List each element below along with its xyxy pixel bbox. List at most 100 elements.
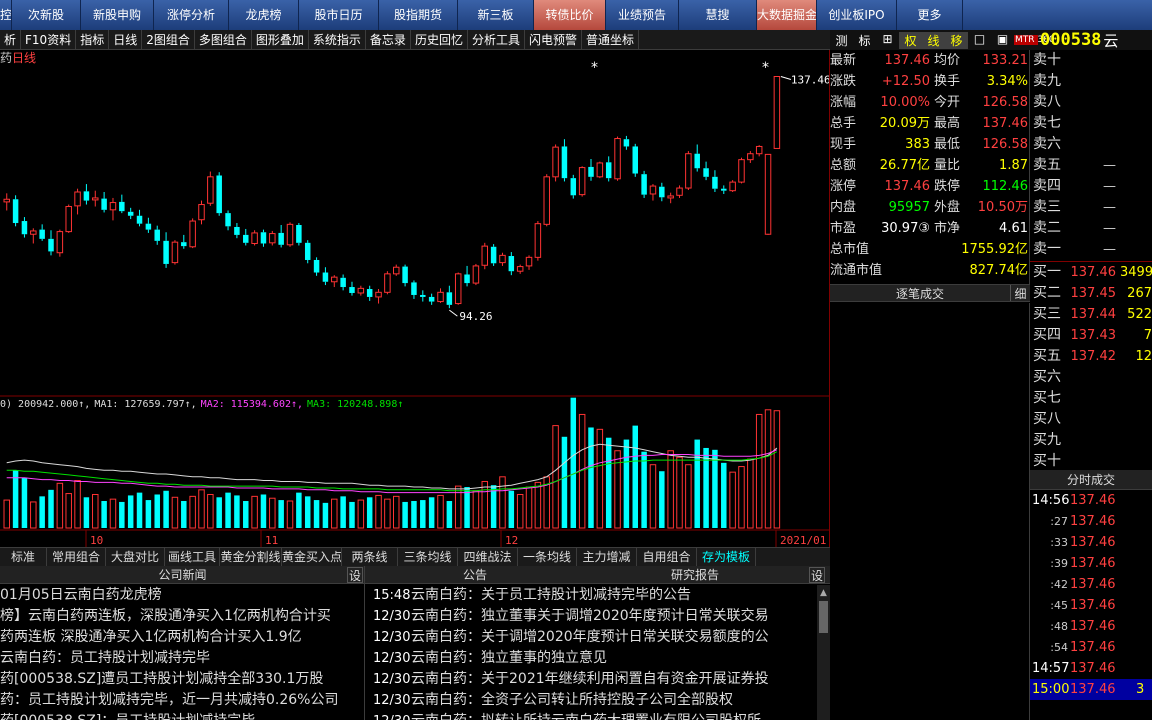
- toolbar-item-8[interactable]: 备忘录: [366, 30, 411, 49]
- toolbar-item-4[interactable]: 2图组合: [142, 30, 195, 49]
- indicator-tab-9[interactable]: 一条均线: [518, 548, 577, 566]
- order-level-price[interactable]: [1070, 50, 1116, 71]
- toolbar-item-7[interactable]: 系统指示: [309, 30, 366, 49]
- quote-tab-2[interactable]: ⊞: [876, 32, 899, 49]
- indicator-tab-12[interactable]: 存为模板: [697, 548, 756, 566]
- indicator-tab-3[interactable]: 画线工具: [165, 548, 220, 566]
- order-level-price[interactable]: [1070, 451, 1116, 470]
- order-level-price[interactable]: 137.43: [1070, 325, 1117, 346]
- indicator-tab-5[interactable]: 黄金买入点: [282, 548, 342, 566]
- indicator-tab-6[interactable]: 两条线: [342, 548, 398, 566]
- order-level-price[interactable]: 137.46: [1070, 262, 1117, 283]
- quote-tab-4[interactable]: 线: [922, 31, 945, 49]
- nav-item-11[interactable]: 大数据掘金: [757, 0, 817, 30]
- kline-chart-panel[interactable]: 药日线 137.46 94.26 * * 0) 200942.000↑, MA1: 127…: [0, 50, 830, 547]
- order-level-price[interactable]: —: [1070, 176, 1116, 197]
- company-news-header[interactable]: 公司新闻: [0, 566, 364, 584]
- stock-code[interactable]: 000538: [1040, 30, 1101, 50]
- indicator-tab-4[interactable]: 黄金分割线: [220, 548, 282, 566]
- nav-item-9[interactable]: 业绩预告: [606, 0, 679, 30]
- quote-tab-1[interactable]: 标: [853, 32, 876, 49]
- indicator-tab-0[interactable]: 标准: [0, 548, 47, 566]
- news-item[interactable]: 药[000538.SZ]：员工持股计划减持完毕: [0, 711, 364, 720]
- event-star-marker[interactable]: *: [762, 60, 769, 76]
- indicator-tab-10[interactable]: 主力增减: [577, 548, 637, 566]
- order-level-price[interactable]: [1070, 113, 1116, 134]
- candlestick-chart[interactable]: 137.46 94.26 * * 0) 200942.000↑, MA1: 127659.…: [0, 50, 829, 547]
- toolbar-item-10[interactable]: 分析工具: [468, 30, 525, 49]
- indicator-tab-1[interactable]: 常用组合: [47, 548, 106, 566]
- order-level-price[interactable]: [1070, 71, 1116, 92]
- nav-item-3[interactable]: 涨停分析: [154, 0, 229, 30]
- order-level-price[interactable]: 137.44: [1070, 304, 1117, 325]
- indicator-tab-2[interactable]: 大盘对比: [106, 548, 165, 566]
- volume-bar: [3, 499, 10, 529]
- order-level-price[interactable]: [1070, 430, 1116, 451]
- quote-tab-5[interactable]: 移: [945, 31, 968, 49]
- notice-item[interactable]: 12/30云南白药：独立董事关于调增2020年度预计日常关联交易: [365, 606, 817, 627]
- nav-item-5[interactable]: 股市日历: [299, 0, 379, 30]
- toolbar-item-6[interactable]: 图形叠加: [252, 30, 309, 49]
- news-item[interactable]: 榜】云南白药两连板，深股通净买入1亿两机构合计买: [0, 606, 364, 627]
- order-level-price[interactable]: [1070, 92, 1116, 113]
- toolbar-item-2[interactable]: 指标: [76, 30, 110, 49]
- indicator-tab-8[interactable]: 四维战法: [458, 548, 518, 566]
- nav-item-10[interactable]: 慧搜: [679, 0, 757, 30]
- news-item[interactable]: 01月05日云南白药龙虎榜: [0, 585, 364, 606]
- notice-item[interactable]: 12/30云南白药：拟转让所持云南白药大理置业有限公司股权所: [365, 711, 817, 720]
- quote-tab-7[interactable]: ▣: [991, 32, 1014, 49]
- order-level-price[interactable]: 137.45: [1070, 283, 1117, 304]
- indicator-tab-11[interactable]: 自用组合: [637, 548, 697, 566]
- nav-item-7[interactable]: 新三板: [458, 0, 534, 30]
- toolbar-item-9[interactable]: 历史回忆: [411, 30, 468, 49]
- notice-item[interactable]: 12/30云南白药：关于调增2020年度预计日常关联交易额度的公: [365, 627, 817, 648]
- company-news-settings-button[interactable]: 设: [347, 567, 363, 583]
- indicator-tab-7[interactable]: 三条均线: [398, 548, 458, 566]
- toolbar-item-11[interactable]: 闪电预警: [525, 30, 582, 49]
- toolbar-item-1[interactable]: F10资料: [21, 30, 77, 49]
- timeshare-header[interactable]: 分时成交: [1030, 470, 1152, 490]
- notice-settings-button[interactable]: 设: [809, 567, 825, 583]
- news-item[interactable]: 药[000538.SZ]遭员工持股计划减持全部330.1万股: [0, 669, 364, 690]
- notice-tab[interactable]: 公告: [365, 566, 585, 583]
- order-level-price[interactable]: —: [1070, 218, 1116, 239]
- scroll-up-icon[interactable]: ▲: [819, 587, 828, 599]
- event-star-marker[interactable]: *: [591, 60, 598, 76]
- notice-item[interactable]: 15:48云南白药：关于员工持股计划减持完毕的公告: [365, 585, 817, 606]
- news-item[interactable]: 云南白药：员工持股计划减持完毕: [0, 648, 364, 669]
- nav-item-13[interactable]: 更多: [897, 0, 963, 30]
- notice-item[interactable]: 12/30云南白药：全资子公司转让所持控股子公司全部股权: [365, 690, 817, 711]
- order-level-price[interactable]: [1070, 388, 1116, 409]
- nav-item-1[interactable]: 次新股: [12, 0, 81, 30]
- nav-item-4[interactable]: 龙虎榜: [229, 0, 299, 30]
- order-level-price[interactable]: [1070, 409, 1116, 430]
- order-level-price[interactable]: —: [1070, 197, 1116, 218]
- news-item[interactable]: 药两连板 深股通净买入1亿两机构合计买入1.9亿: [0, 627, 364, 648]
- toolbar-item-5[interactable]: 多图组合: [195, 30, 252, 49]
- research-report-tab[interactable]: 研究报告: [585, 566, 805, 583]
- order-level-price[interactable]: —: [1070, 155, 1116, 176]
- order-level-price[interactable]: [1070, 367, 1116, 388]
- order-level-price[interactable]: —: [1070, 239, 1116, 260]
- notice-item[interactable]: 12/30云南白药：独立董事的独立意见: [365, 648, 817, 669]
- notice-item[interactable]: 12/30云南白药：关于2021年继续利用闲置自有资金开展证券投: [365, 669, 817, 690]
- scrollbar-thumb[interactable]: [819, 601, 828, 633]
- nav-item-8[interactable]: 转债比价: [534, 0, 606, 30]
- notice-scrollbar[interactable]: ▲: [817, 585, 830, 720]
- quote-tab-0[interactable]: 测: [830, 32, 853, 49]
- trade-detail-button[interactable]: 细: [1010, 285, 1030, 301]
- toolbar-item-3[interactable]: 日线: [109, 30, 143, 49]
- nav-item-2[interactable]: 新股申购: [81, 0, 154, 30]
- candle: [384, 271, 391, 295]
- toolbar-item-0[interactable]: 析: [0, 30, 22, 49]
- quote-tab-6[interactable]: □: [968, 32, 991, 49]
- quote-tab-3[interactable]: 权: [899, 31, 922, 49]
- notice-list: 15:48云南白药：关于员工持股计划减持完毕的公告 12/30云南白药：独立董事关…: [365, 585, 817, 720]
- order-level-price[interactable]: 137.42: [1070, 346, 1117, 367]
- news-item[interactable]: 药：员工持股计划减持完毕，近一月共减持0.26%公司: [0, 690, 364, 711]
- nav-item-6[interactable]: 股指期货: [379, 0, 458, 30]
- order-level-price[interactable]: [1070, 134, 1116, 155]
- toolbar-item-12[interactable]: 普通坐标: [582, 30, 639, 49]
- nav-item-0[interactable]: 控: [0, 0, 12, 30]
- nav-item-12[interactable]: 创业板IPO: [817, 0, 897, 30]
